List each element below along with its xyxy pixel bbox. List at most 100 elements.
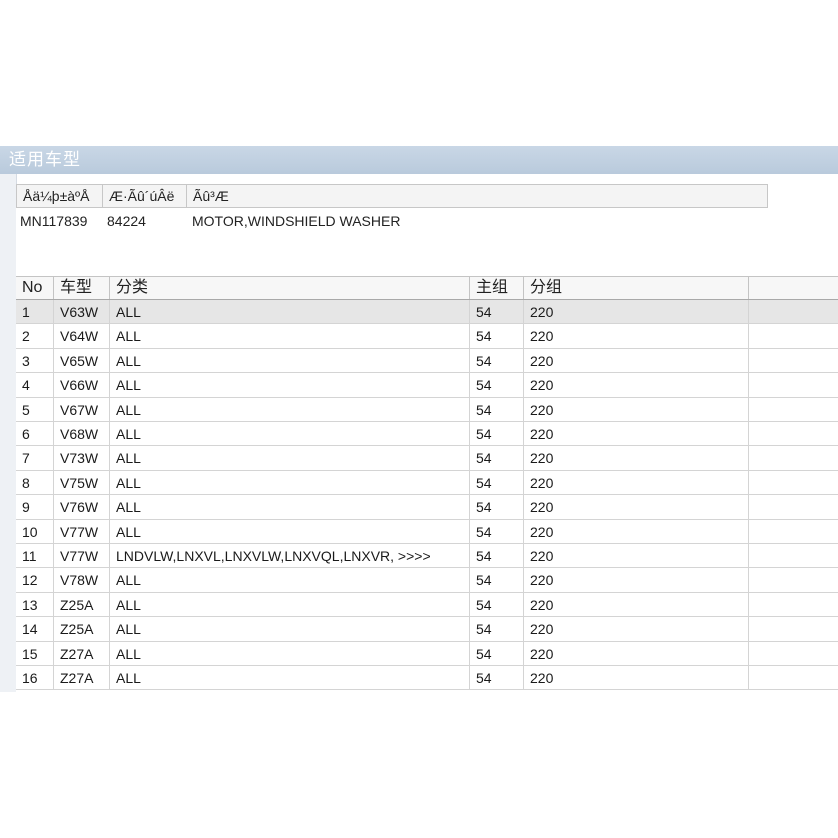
- row-no: 16: [16, 666, 54, 690]
- row-category: LNDVLW,LNXVL,LNXVLW,LNXVQL,LNXVR, >>>>: [110, 544, 470, 568]
- part-name-header[interactable]: Ãû³Æ: [187, 185, 767, 207]
- table-row[interactable]: 8 V75W ALL 54 220: [16, 470, 838, 496]
- table-row[interactable]: 9 V76W ALL 54 220: [16, 495, 838, 520]
- row-no: 2: [16, 324, 54, 349]
- table-row[interactable]: 12 V78W ALL 54 220: [16, 568, 838, 593]
- row-filler: [749, 324, 838, 348]
- column-header-category[interactable]: 分类: [110, 277, 470, 299]
- column-header-filler: [749, 277, 838, 299]
- row-model: V77W: [54, 519, 110, 544]
- row-filler: [749, 617, 838, 641]
- row-sub-group: 220: [524, 568, 749, 593]
- row-model: Z25A: [54, 592, 110, 617]
- part-info-header: Åä¼þ±àºÅ Æ·Ãû´úÂë Ãû³Æ: [16, 184, 768, 208]
- row-main-group: 54: [470, 544, 524, 568]
- table-row[interactable]: 1 V63W ALL 54 220: [16, 300, 838, 325]
- row-sub-group: 220: [524, 324, 749, 349]
- row-category: ALL: [110, 422, 470, 446]
- row-sub-group: 220: [524, 641, 749, 666]
- part-code-header[interactable]: Æ·Ãû´úÂë: [103, 185, 187, 207]
- row-category: ALL: [110, 446, 470, 471]
- row-category: ALL: [110, 373, 470, 398]
- part-number-value: MN117839: [20, 213, 88, 229]
- part-code-value: 84224: [107, 213, 146, 229]
- row-main-group: 54: [470, 617, 524, 642]
- row-no: 8: [16, 470, 54, 495]
- models-table: No 车型 分类 主组 分组 1 V63W ALL 54 220 2 V64W ALL 54 22…: [16, 276, 838, 692]
- row-no: 11: [16, 544, 54, 568]
- row-filler: [749, 593, 838, 617]
- row-sub-group: 220: [524, 422, 749, 446]
- row-model: V66W: [54, 373, 110, 398]
- row-category: ALL: [110, 300, 470, 324]
- row-no: 14: [16, 617, 54, 642]
- row-main-group: 54: [470, 666, 524, 690]
- row-sub-group: 220: [524, 446, 749, 471]
- table-row[interactable]: 7 V73W ALL 54 220: [16, 446, 838, 471]
- table-row[interactable]: 10 V77W ALL 54 220: [16, 519, 838, 544]
- row-category: ALL: [110, 568, 470, 593]
- row-main-group: 54: [470, 373, 524, 398]
- row-model: V77W: [54, 544, 110, 568]
- table-row[interactable]: 11 V77W LNDVLW,LNXVL,LNXVLW,LNXVQL,LNXVR, …: [16, 544, 838, 569]
- row-sub-group: 220: [524, 373, 749, 398]
- row-main-group: 54: [470, 495, 524, 520]
- row-no: 6: [16, 422, 54, 446]
- window-title: 适用车型: [0, 146, 838, 174]
- table-row[interactable]: 15 Z27A ALL 54 220: [16, 641, 838, 666]
- row-main-group: 54: [470, 397, 524, 422]
- table-row[interactable]: 4 V66W ALL 54 220: [16, 373, 838, 398]
- row-model: Z27A: [54, 641, 110, 666]
- table-row[interactable]: 14 Z25A ALL 54 220: [16, 617, 838, 642]
- row-model: V68W: [54, 422, 110, 446]
- row-main-group: 54: [470, 568, 524, 593]
- row-main-group: 54: [470, 641, 524, 666]
- row-filler: [749, 544, 838, 568]
- row-no: 12: [16, 568, 54, 593]
- column-header-main-group[interactable]: 主组: [470, 277, 524, 299]
- row-main-group: 54: [470, 470, 524, 495]
- row-filler: [749, 642, 838, 666]
- table-row[interactable]: 5 V67W ALL 54 220: [16, 397, 838, 422]
- row-sub-group: 220: [524, 495, 749, 520]
- row-category: ALL: [110, 617, 470, 642]
- part-info-panel: Åä¼þ±àºÅ Æ·Ãû´úÂë Ãû³Æ MN117839 84224 MO…: [16, 184, 768, 276]
- row-filler: [749, 495, 838, 519]
- part-number-header[interactable]: Åä¼þ±àºÅ: [17, 185, 103, 207]
- row-filler: [749, 373, 838, 397]
- row-category: ALL: [110, 324, 470, 349]
- row-sub-group: 220: [524, 470, 749, 495]
- row-filler: [749, 446, 838, 470]
- row-model: V73W: [54, 446, 110, 471]
- table-row[interactable]: 2 V64W ALL 54 220: [16, 324, 838, 349]
- column-header-no[interactable]: No: [16, 277, 54, 299]
- row-model: V67W: [54, 397, 110, 422]
- table-row[interactable]: 13 Z25A ALL 54 220: [16, 592, 838, 618]
- row-no: 9: [16, 495, 54, 520]
- row-no: 3: [16, 348, 54, 373]
- row-no: 13: [16, 592, 54, 617]
- row-main-group: 54: [470, 519, 524, 544]
- row-no: 15: [16, 641, 54, 666]
- column-header-sub-group[interactable]: 分组: [524, 277, 749, 299]
- row-sub-group: 220: [524, 397, 749, 422]
- row-sub-group: 220: [524, 348, 749, 373]
- row-model: Z25A: [54, 617, 110, 642]
- row-model: V63W: [54, 300, 110, 324]
- row-category: ALL: [110, 519, 470, 544]
- row-no: 5: [16, 397, 54, 422]
- column-header-model[interactable]: 车型: [54, 277, 110, 299]
- row-category: ALL: [110, 592, 470, 617]
- table-row[interactable]: 16 Z27A ALL 54 220: [16, 666, 838, 691]
- row-filler: [749, 568, 838, 592]
- row-sub-group: 220: [524, 300, 749, 324]
- row-main-group: 54: [470, 446, 524, 471]
- table-row[interactable]: 6 V68W ALL 54 220: [16, 422, 838, 447]
- row-filler: [749, 398, 838, 422]
- row-main-group: 54: [470, 300, 524, 324]
- row-model: V75W: [54, 470, 110, 495]
- table-row[interactable]: 3 V65W ALL 54 220: [16, 348, 838, 374]
- row-no: 10: [16, 519, 54, 544]
- row-sub-group: 220: [524, 544, 749, 568]
- row-main-group: 54: [470, 348, 524, 373]
